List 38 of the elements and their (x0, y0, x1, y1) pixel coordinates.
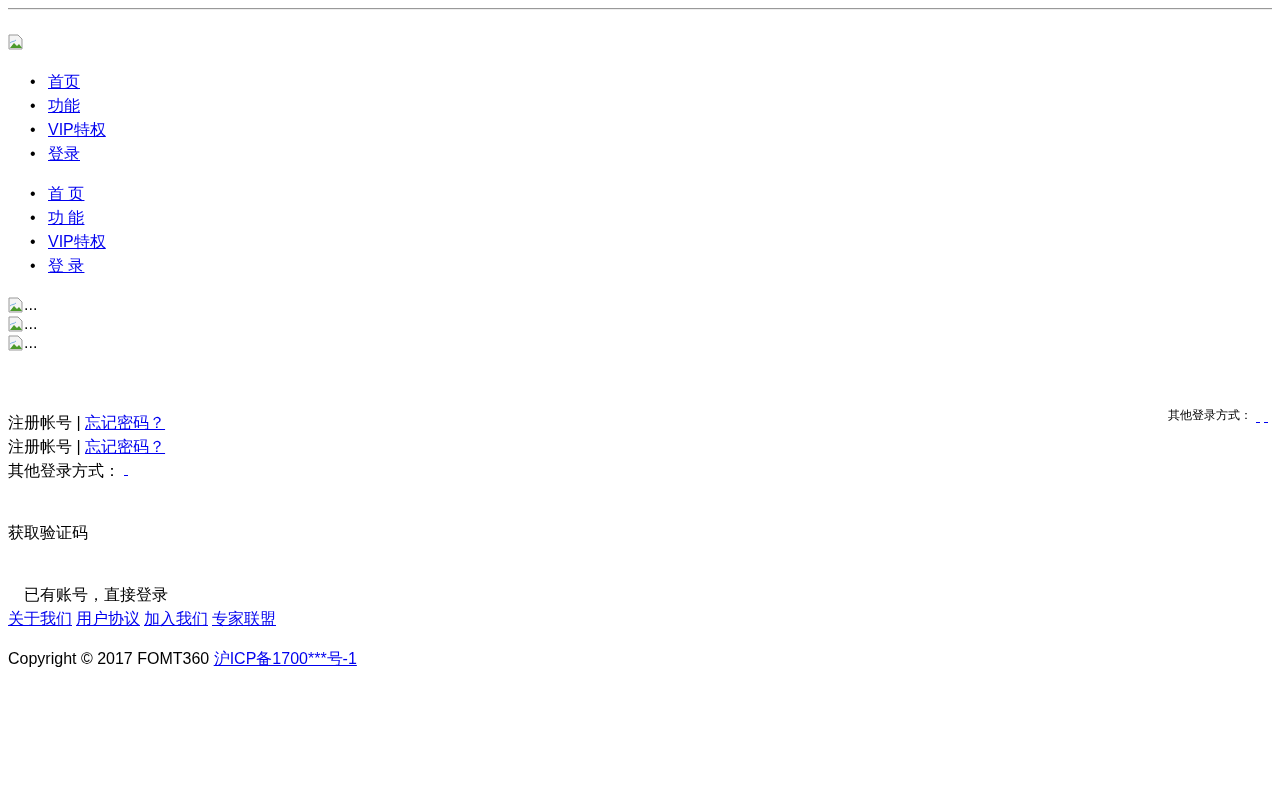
nav-link[interactable]: 登录 (48, 142, 80, 166)
bullet: • (30, 72, 37, 92)
broken-image-icon (8, 34, 24, 50)
footer-link[interactable]: 用户协议 (76, 607, 140, 631)
nav-link[interactable]: VIP特权 (48, 230, 106, 254)
image-alt-text: ... (24, 335, 38, 351)
broken-image-icon (8, 297, 24, 313)
bullet: • (30, 144, 37, 164)
broken-image-icon (8, 335, 24, 351)
has-account-text: 已有账号，直接登录 (24, 586, 168, 603)
other-login-label: 其他登录方式： (8, 462, 120, 479)
image-alt-text: ... (24, 297, 38, 313)
nav-link[interactable]: 功 能 (48, 206, 85, 230)
image-alt-text: ... (24, 316, 38, 332)
bullet: • (30, 184, 37, 204)
nav-link[interactable]: 首页 (48, 70, 80, 94)
get-code-text: 获取验证码 (8, 524, 88, 541)
nav-link[interactable]: VIP特权 (48, 118, 106, 142)
bullet: • (30, 256, 37, 276)
register-label: 注册帐号 | (8, 438, 81, 455)
icp-link[interactable]: 沪ICP备1700***号-1 (213, 650, 357, 667)
footer-link[interactable]: 关于我们 (8, 607, 72, 631)
bullet: • (30, 96, 37, 116)
broken-image-icon (8, 316, 24, 332)
other-login-label: 其他登录方式： (1168, 407, 1252, 423)
forgot-password-link[interactable]: 忘记密码？ (85, 414, 166, 431)
nav-link[interactable]: 功能 (48, 94, 80, 118)
forgot-password-link[interactable]: 忘记密码？ (85, 438, 166, 455)
register-label: 注册帐号 | (8, 414, 81, 431)
bullet: • (30, 232, 37, 252)
bullet: • (30, 120, 37, 140)
bullet: • (30, 208, 37, 228)
footer-link[interactable]: 加入我们 (144, 607, 208, 631)
nav-link[interactable]: 首 页 (48, 182, 85, 206)
empty-link[interactable] (124, 474, 128, 476)
footer-link[interactable]: 专家联盟 (212, 607, 276, 631)
copyright-text: Copyright © 2017 FOMT360 (8, 650, 210, 667)
nav-link[interactable]: 登 录 (48, 254, 85, 278)
